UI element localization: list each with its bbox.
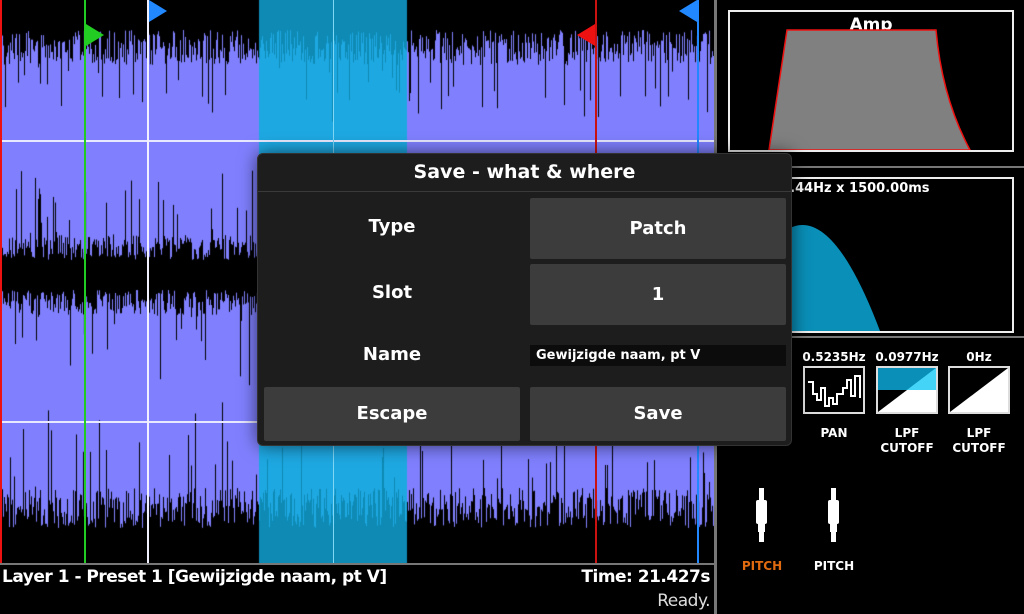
amp-envelope-graph: [768, 29, 971, 150]
slot-label: Slot: [371, 282, 413, 303]
play-start-line[interactable]: [147, 0, 149, 563]
play-start-marker-icon[interactable]: [149, 0, 167, 22]
mod-rate: 0Hz: [966, 350, 992, 364]
name-input[interactable]: Gewijzigde naam, pt V: [530, 345, 786, 366]
save-button[interactable]: Save: [530, 387, 786, 441]
jack-pitch-1[interactable]: PITCH: [732, 488, 792, 573]
left-edge-line: [0, 0, 2, 563]
loop-start-line[interactable]: [84, 0, 86, 563]
mod-rate: 0.0977Hz: [875, 350, 939, 364]
random-step-wave-icon: [803, 366, 865, 414]
modulator-lpf-1[interactable]: 0.0977Hz LPF CUTOFF: [872, 350, 942, 456]
dialog-title: Save - what & where: [258, 154, 791, 192]
amp-envelope-box[interactable]: Amp: [728, 10, 1014, 152]
audio-jack-icon: [828, 488, 839, 542]
save-dialog: Save - what & where Type Patch Slot 1 Na…: [257, 153, 792, 446]
modulator-pan[interactable]: 0.5235Hz PAN: [799, 350, 869, 441]
slot-selector[interactable]: 1: [530, 264, 786, 325]
jack-label: PITCH: [813, 559, 855, 573]
mod-target: LPF CUTOFF: [952, 426, 1006, 455]
ramp-wave-icon: [876, 366, 938, 414]
loop-end-marker-icon[interactable]: [577, 24, 595, 46]
ramp-wave-icon: [948, 366, 1010, 414]
status-text: Ready.: [657, 591, 710, 611]
mod-rate: 0.5235Hz: [802, 350, 866, 364]
layer-info: Layer 1 - Preset 1 [Gewijzigde naam, pt …: [2, 567, 387, 587]
time-readout: Time: 21.427s: [581, 567, 710, 587]
audio-jack-icon: [756, 488, 767, 542]
mod-target: LPF CUTOFF: [880, 426, 934, 455]
name-label: Name: [362, 344, 422, 365]
type-label: Type: [368, 216, 416, 237]
type-selector[interactable]: Patch: [530, 198, 786, 259]
play-end-marker-icon[interactable]: [679, 0, 697, 22]
jack-pitch-2[interactable]: PITCH: [804, 488, 864, 573]
mod-target: PAN: [820, 426, 848, 440]
loop-start-marker-icon[interactable]: [86, 24, 104, 46]
escape-button[interactable]: Escape: [264, 387, 520, 441]
lane-divider: [0, 140, 714, 142]
status-bar: Layer 1 - Preset 1 [Gewijzigde naam, pt …: [0, 563, 714, 614]
modulator-lpf-2[interactable]: 0Hz LPF CUTOFF: [944, 350, 1014, 456]
jack-label: PITCH: [741, 559, 783, 573]
